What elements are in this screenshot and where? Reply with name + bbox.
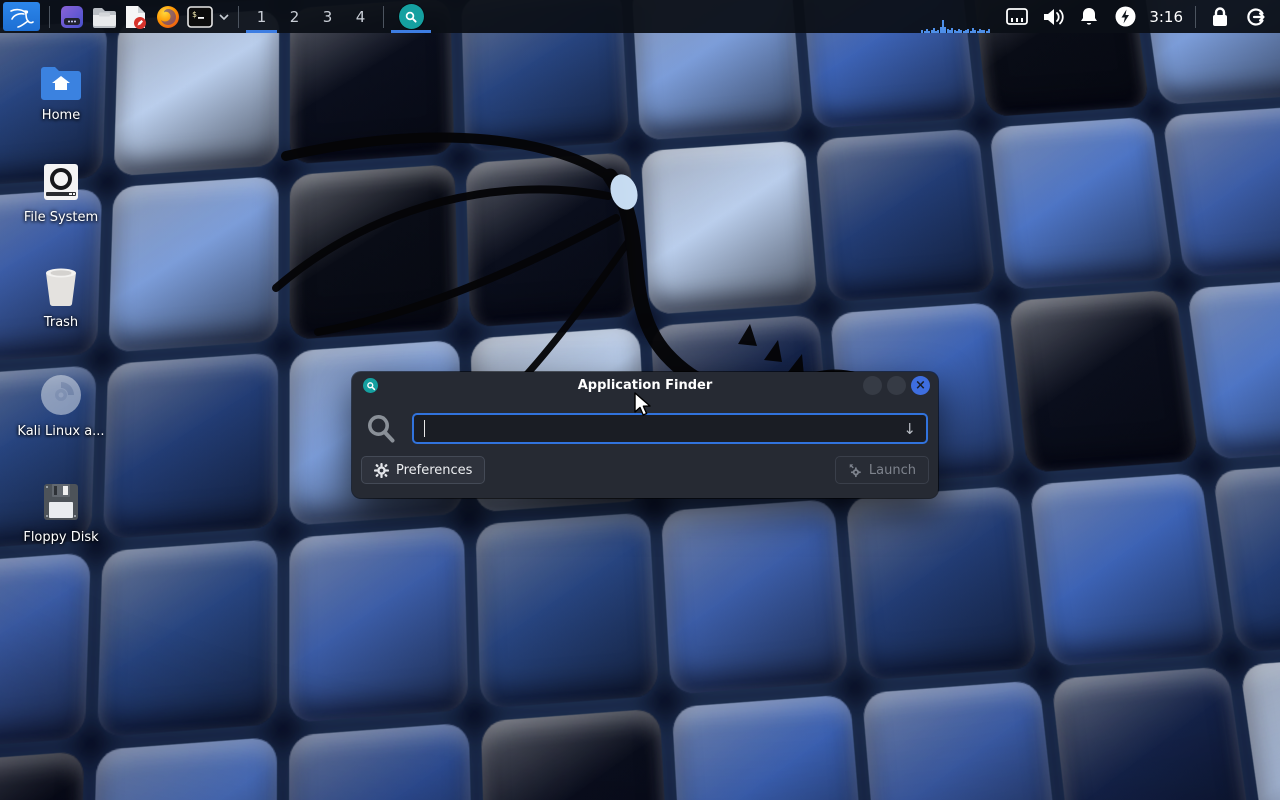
maximize-button[interactable] (887, 376, 906, 395)
lock-icon (1211, 7, 1229, 27)
launch-gear-icon (848, 463, 862, 478)
panel-separator (238, 6, 239, 28)
kali-dragon-menu-icon (9, 5, 35, 29)
power-manager-icon (1115, 6, 1136, 27)
preferences-label: Preferences (396, 463, 472, 478)
filesystem-drive-icon (41, 158, 81, 202)
volume-icon (1042, 8, 1064, 26)
desktop-icon-floppy[interactable]: Floppy Disk (6, 478, 116, 545)
floppy-disk-icon (41, 478, 81, 522)
minimize-button[interactable] (863, 376, 882, 395)
workspace-label: 4 (356, 8, 366, 26)
workspace-3[interactable]: 3 (311, 0, 344, 33)
panel-right: 3:16 (921, 0, 1280, 33)
search-input[interactable]: ↓ (412, 413, 928, 444)
qterminal-icon (60, 5, 84, 29)
gear-icon (374, 463, 389, 478)
launcher-text-editor[interactable] (120, 0, 152, 33)
terminal-launcher-icon: $ (187, 5, 213, 29)
desktop-icon-trash[interactable]: Trash (6, 263, 116, 330)
mouse-cursor (633, 392, 655, 418)
taskbar-application-finder[interactable] (390, 0, 432, 33)
launcher-firefox[interactable] (152, 0, 184, 33)
desktop-icon-label: Kali Linux a... (17, 424, 104, 439)
firefox-icon (156, 5, 180, 29)
workspace-1[interactable]: 1 (245, 0, 278, 33)
desktop-icon-label: Trash (44, 315, 78, 330)
text-caret (424, 420, 425, 437)
launch-button[interactable]: Launch (835, 456, 929, 484)
logout-button[interactable] (1243, 0, 1269, 33)
top-panel: $ 1 2 3 4 (0, 0, 1280, 33)
desktop-icon-label: Floppy Disk (23, 530, 98, 545)
notifications-applet[interactable] (1076, 0, 1102, 33)
launcher-qterminal[interactable] (56, 0, 88, 33)
panel-separator (1195, 6, 1196, 28)
launcher-terminal[interactable]: $ (184, 0, 216, 33)
window-title: Application Finder (352, 378, 938, 393)
desktop-icon-filesystem[interactable]: File System (6, 158, 116, 225)
trash-icon (42, 263, 80, 307)
network-applet[interactable] (1004, 0, 1030, 33)
workspace-4[interactable]: 4 (344, 0, 377, 33)
desktop-icon-kali-docs[interactable]: Kali Linux a... (6, 372, 116, 439)
terminal-prompt-text: $ (192, 10, 197, 19)
logout-icon (1246, 7, 1266, 27)
launcher-file-manager[interactable] (88, 0, 120, 33)
lock-screen-button[interactable] (1207, 0, 1233, 33)
application-finder-icon (363, 378, 378, 393)
preferences-button[interactable]: Preferences (361, 456, 485, 484)
application-finder-icon (399, 4, 424, 29)
panel-left: $ 1 2 3 4 (0, 0, 432, 33)
chevron-down-icon (219, 14, 229, 20)
launch-label: Launch (869, 463, 916, 478)
workspace-label: 2 (290, 8, 300, 26)
workspace-label: 3 (323, 8, 333, 26)
application-finder-window: Application Finder × ↓ (352, 372, 938, 498)
text-editor-icon (124, 4, 148, 30)
cpu-graph-bar (988, 29, 990, 33)
power-manager-applet[interactable] (1112, 0, 1138, 33)
workspace-label: 1 (257, 8, 267, 26)
launcher-dropdown-toggle[interactable] (216, 0, 232, 33)
home-folder-icon (39, 56, 83, 100)
dialog-buttons: Preferences Launch (352, 444, 938, 484)
ethernet-icon (1006, 8, 1028, 25)
panel-separator (383, 6, 384, 28)
file-manager-icon (92, 6, 117, 28)
dropdown-arrow-icon[interactable]: ↓ (903, 420, 916, 438)
workspace-2[interactable]: 2 (278, 0, 311, 33)
desktop-icon-home[interactable]: Home (6, 56, 116, 123)
cpu-load-graph[interactable] (921, 0, 991, 33)
window-controls: × (863, 376, 930, 395)
desktop-icon-label: Home (42, 108, 80, 123)
volume-applet[interactable] (1040, 0, 1066, 33)
panel-separator (49, 6, 50, 28)
kali-disc-icon (40, 372, 82, 416)
search-icon (366, 413, 396, 444)
panel-clock[interactable]: 3:16 (1149, 8, 1183, 26)
notifications-bell-icon (1080, 7, 1098, 26)
close-button[interactable]: × (911, 376, 930, 395)
kali-applications-menu-button[interactable] (3, 2, 40, 31)
desktop-icon-label: File System (24, 210, 98, 225)
